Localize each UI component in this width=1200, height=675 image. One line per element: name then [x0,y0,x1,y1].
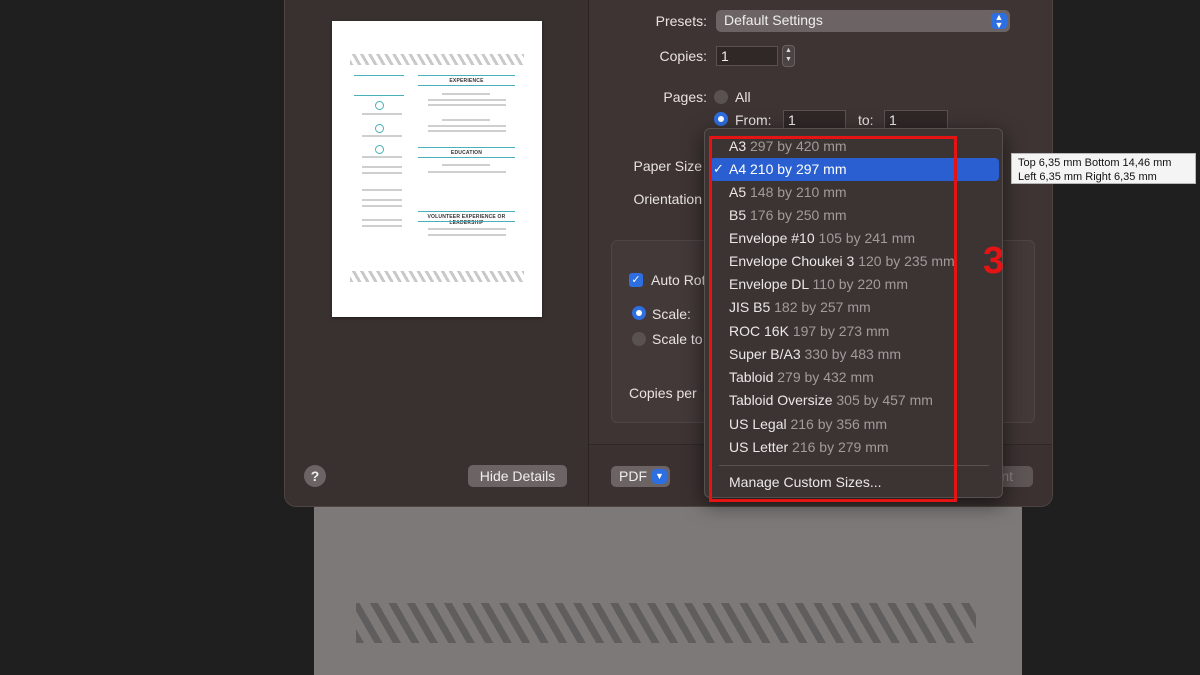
pages-from-input[interactable]: 1 [783,110,846,130]
preview-text-line [428,171,506,173]
orientation-label: Orientation [633,191,702,207]
preview-contact-icon [375,124,384,133]
preview-contact-icon [375,145,384,154]
tooltip-line-left-right: Left 6,35 mm Right 6,35 mm [1018,171,1157,183]
pages-from-label: From: [735,112,772,128]
scale-radio[interactable] [632,306,646,320]
document-page-background [314,500,1022,675]
preview-rule [418,221,515,222]
page-preview: EXPERIENCE EDUCATION VOLUNTEER EXPERIENC… [332,21,542,317]
auto-rotate-label: Auto Rot [651,272,706,288]
copies-label: Copies: [659,48,707,64]
preview-rule [418,147,515,148]
presets-value: Default Settings [724,12,823,28]
presets-label: Presets: [655,13,707,29]
annotation-step-number: 3 [983,240,1005,282]
document-decorative-stripe [356,603,976,643]
paper-size-label: Paper Size [633,158,702,174]
annotation-highlight-box [709,136,957,502]
preview-text-line [428,99,506,101]
chevron-down-icon: ▼ [652,469,667,484]
copies-stepper[interactable]: ▲ ▼ [782,45,795,67]
help-button[interactable]: ? [304,465,326,487]
preview-text-line [362,205,402,207]
preview-heading-volunteer: VOLUNTEER EXPERIENCE OR LEADERSHIP [427,214,506,226]
preview-rule [354,95,404,96]
scale-label: Scale: [652,306,691,322]
preview-bottom-stripe [350,271,524,282]
preview-contact-icon [375,101,384,110]
auto-rotate-checkbox[interactable]: ✓ [629,273,643,287]
pages-label: Pages: [663,89,707,105]
hide-details-button[interactable]: Hide Details [468,465,567,487]
pdf-label: PDF [619,468,647,484]
presets-select[interactable]: Default Settings ▲ ▼ [716,10,1010,32]
chevron-updown-icon: ▲ ▼ [991,13,1007,30]
preview-text-line [362,166,402,168]
pages-to-label: to: [858,112,874,128]
preview-rule [418,75,515,76]
preview-text-line [442,93,490,95]
preview-text-line [428,130,506,132]
preview-text-line [428,104,506,106]
preview-text-line [362,113,402,115]
preview-text-line [362,225,402,227]
pages-all-label: All [735,89,751,105]
preview-pane: EXPERIENCE EDUCATION VOLUNTEER EXPERIENC… [285,0,589,506]
preview-text-line [362,199,402,201]
preview-text-line [428,234,506,236]
margins-tooltip: Top 6,35 mm Bottom 14,46 mm Left 6,35 mm… [1011,153,1196,184]
preview-text-line [362,172,402,174]
preview-text-line [362,189,402,191]
preview-rule [418,211,515,212]
pages-to-input[interactable]: 1 [884,110,948,130]
preview-rule [354,75,404,76]
preview-text-line [362,156,402,158]
copies-input[interactable]: 1 [716,46,778,66]
preview-text-line [442,119,490,121]
preview-text-line [428,228,506,230]
preview-heading-education: EDUCATION [450,150,483,156]
preview-rule [418,85,515,86]
pages-from-radio[interactable] [714,112,728,126]
preview-top-stripe [350,54,524,65]
preview-heading-experience: EXPERIENCE [449,78,484,84]
preview-text-line [362,219,402,221]
pages-all-radio[interactable] [714,90,728,104]
pdf-menu-button[interactable]: PDF ▼ [611,466,670,487]
preview-rule [418,157,515,158]
preview-text-line [428,125,506,127]
scale-to-fit-label: Scale to [652,331,703,347]
scale-to-fit-radio[interactable] [632,332,646,346]
preview-text-line [442,164,490,166]
copies-per-page-label: Copies per [629,385,697,401]
tooltip-line-top-bottom: Top 6,35 mm Bottom 14,46 mm [1018,157,1172,169]
preview-text-line [362,135,402,137]
